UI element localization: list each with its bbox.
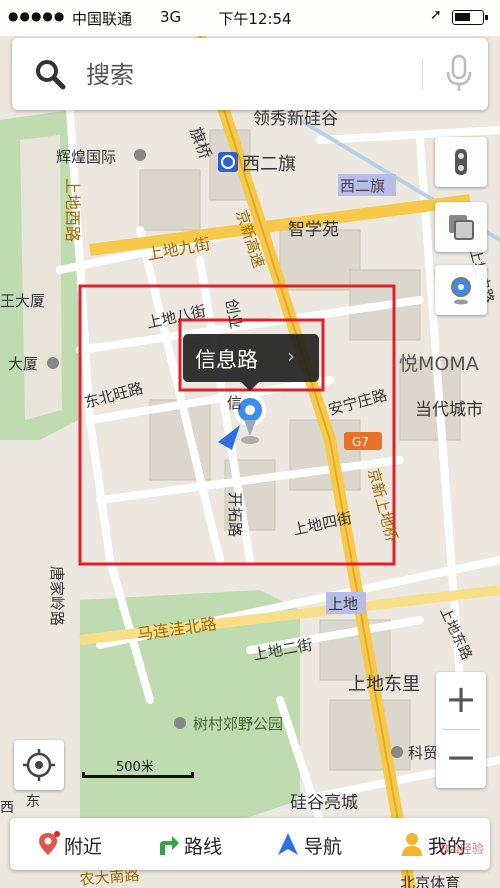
- map-label: 王大厦: [0, 292, 45, 310]
- tab-label: 导航: [304, 836, 343, 858]
- bottom-nav: 附近 路线 导航 我的: [10, 818, 490, 870]
- callout-pointer: [241, 382, 259, 391]
- search-divider: [422, 58, 423, 90]
- map-label: 悦MOMA: [399, 353, 479, 375]
- map-label: 辉煌国际: [56, 148, 116, 166]
- status-time: 下午12:54: [218, 10, 292, 28]
- network-type: 3G: [160, 8, 182, 26]
- tab-label: 附近: [64, 836, 103, 858]
- zoom-out-button[interactable]: −: [436, 730, 486, 787]
- map-label: 东: [26, 794, 40, 810]
- map-label: 领秀新硅谷: [253, 109, 338, 129]
- status-bar: ●●●●● 中国联通 3G 下午12:54 ➚: [0, 0, 500, 36]
- user-icon: [402, 833, 422, 856]
- zoom-controls: + −: [436, 672, 486, 788]
- map-label: 唐家岭路: [48, 566, 66, 626]
- scale-bar: [82, 772, 194, 778]
- map-label: 开拓路: [226, 492, 244, 537]
- map-pin-icon: [451, 277, 471, 305]
- place-callout[interactable]: 信息路 ›: [183, 334, 319, 391]
- watermark: Bai经验: [440, 842, 484, 856]
- layers-button[interactable]: [435, 202, 487, 252]
- poi-toggle-button[interactable]: [435, 265, 487, 315]
- microphone-icon[interactable]: [444, 54, 474, 94]
- map-label: 西二旗: [242, 154, 296, 175]
- map-label: 上地: [328, 595, 358, 613]
- search-bar: [12, 38, 488, 110]
- location-arrow-icon: ➚: [430, 7, 442, 23]
- map-label: 大厦: [8, 355, 38, 373]
- route-arrow-icon: [160, 836, 179, 855]
- traffic-button[interactable]: [435, 137, 487, 187]
- map-label: 智学苑: [288, 220, 339, 240]
- map-scale: 500米: [82, 754, 202, 784]
- map-label: 硅谷亮城: [290, 793, 358, 813]
- map-label: 上地西路: [63, 178, 82, 242]
- navigation-arrow-icon: [278, 833, 298, 855]
- map-label: 西二旗: [340, 177, 385, 195]
- map-label: 北京体育: [400, 874, 460, 888]
- tab-nearby[interactable]: 附近: [36, 818, 136, 870]
- layers-icon: [449, 215, 474, 240]
- map-label: 信: [227, 394, 242, 412]
- map-label: 树村郊野公园: [193, 715, 283, 733]
- chevron-right-icon: ›: [287, 344, 295, 368]
- map-label: 西: [0, 800, 14, 816]
- locate-me-button[interactable]: [14, 740, 64, 790]
- map-canvas[interactable]: 领秀新硅谷 旗桥 辉煌国际 西二旗 西二旗 智学苑 上地西路 上地九街 京新高速…: [0, 0, 500, 888]
- search-input[interactable]: [84, 56, 408, 94]
- callout-label: 信息路: [195, 348, 258, 372]
- tab-label: 路线: [184, 836, 223, 858]
- map-label: 当代城市: [415, 400, 483, 420]
- nearby-pin-icon: [39, 831, 60, 855]
- traffic-light-icon: [455, 149, 467, 175]
- zoom-in-button[interactable]: +: [436, 672, 486, 729]
- carrier-name: 中国联通: [72, 10, 133, 28]
- tab-navigation[interactable]: 导航: [276, 818, 376, 870]
- map-label: G7: [352, 435, 369, 449]
- metro-station-icon: [218, 152, 238, 172]
- map-label: 上地东里: [348, 674, 420, 695]
- search-icon: [36, 60, 66, 90]
- tab-route[interactable]: 路线: [156, 818, 256, 870]
- signal-strength-icon: ●●●●●: [8, 9, 66, 23]
- battery-icon: [452, 10, 488, 25]
- crosshair-icon: [23, 749, 55, 781]
